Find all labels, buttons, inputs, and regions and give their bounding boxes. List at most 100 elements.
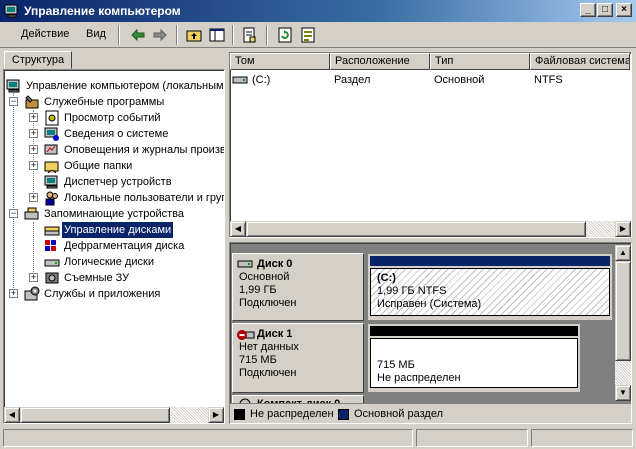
vertical-scroll-thumb[interactable] bbox=[615, 261, 631, 361]
services-icon bbox=[24, 286, 40, 301]
scroll-up-button[interactable]: ▲ bbox=[615, 245, 631, 261]
status-pane-main bbox=[3, 429, 413, 447]
system-info-icon bbox=[44, 127, 59, 141]
toolbar-separator bbox=[118, 25, 120, 45]
status-bar bbox=[0, 427, 636, 449]
scroll-left-button[interactable]: ◀ bbox=[4, 407, 20, 423]
menu-action[interactable]: Действие bbox=[21, 28, 69, 40]
partition-c[interactable]: (C:) 1,99 ГБ NTFS Исправен (Система) bbox=[370, 268, 610, 316]
legend-swatch-unallocated bbox=[234, 409, 245, 420]
properties-button[interactable] bbox=[239, 25, 259, 45]
column-header-layout[interactable]: Расположение bbox=[330, 53, 430, 70]
disk-0-partitions: (C:) 1,99 ГБ NTFS Исправен (Система) bbox=[367, 253, 613, 321]
unallocated-bar bbox=[370, 326, 578, 336]
expand-toggle[interactable]: + bbox=[29, 129, 38, 138]
legend-primary: Основной раздел bbox=[354, 408, 443, 420]
back-arrow-icon bbox=[131, 28, 145, 42]
horizontal-scroll-thumb[interactable] bbox=[246, 221, 586, 237]
refresh-icon bbox=[278, 27, 292, 43]
tree-item-label: Просмотр событий bbox=[64, 112, 161, 124]
expand-toggle[interactable]: + bbox=[29, 161, 38, 170]
tree-panel-icon bbox=[209, 28, 225, 42]
up-level-button[interactable] bbox=[184, 25, 204, 45]
unallocated-space[interactable]: 715 МБ Не распределен bbox=[370, 338, 578, 388]
show-hide-tree-button[interactable] bbox=[207, 25, 227, 45]
tree-item-label: Служебные программы bbox=[44, 96, 165, 108]
window-title: Управление компьютером bbox=[24, 4, 181, 18]
unallocated-state: Не распределен bbox=[377, 372, 461, 384]
tab-structure[interactable]: Структура bbox=[4, 51, 72, 69]
partition-size-fs: 1,99 ГБ NTFS bbox=[377, 285, 447, 297]
disk-status: Подключен bbox=[239, 297, 297, 309]
disk-status: Подключен bbox=[239, 367, 297, 379]
disk-size: 715 МБ bbox=[239, 354, 277, 366]
title-bar[interactable]: Управление компьютером _ □ × bbox=[0, 0, 636, 22]
cell-layout: Раздел bbox=[334, 74, 371, 86]
shared-folder-icon bbox=[44, 161, 59, 174]
toolbar-separator bbox=[266, 25, 268, 45]
disk-size: 1,99 ГБ bbox=[239, 284, 277, 296]
cell-filesystem: NTFS bbox=[534, 74, 563, 86]
disk-0-label[interactable]: Диск 0 Основной 1,99 ГБ Подключен bbox=[232, 253, 364, 321]
event-viewer-icon bbox=[45, 110, 59, 126]
removable-storage-icon bbox=[45, 272, 59, 284]
computer-management-icon bbox=[4, 4, 18, 18]
folder-up-icon bbox=[186, 30, 202, 42]
collapse-toggle[interactable]: − bbox=[9, 209, 18, 218]
storage-icon bbox=[24, 207, 39, 220]
scroll-right-button[interactable]: ▶ bbox=[208, 407, 224, 423]
tools-icon bbox=[25, 95, 39, 109]
disk-error-icon bbox=[237, 330, 255, 340]
close-button[interactable]: × bbox=[616, 3, 632, 17]
tree-item-label: Дефрагментация диска bbox=[64, 240, 185, 252]
disk-kind: Нет данных bbox=[239, 341, 299, 353]
scroll-left-button[interactable]: ◀ bbox=[230, 221, 246, 237]
tree-item-label: Управление компьютером (локальным) bbox=[26, 80, 225, 92]
refresh-button[interactable] bbox=[275, 25, 295, 45]
cell-type: Основной bbox=[434, 74, 485, 86]
partition-state: Исправен (Система) bbox=[377, 298, 482, 310]
tree-item-label: Логические диски bbox=[64, 256, 154, 268]
scroll-right-button[interactable]: ▶ bbox=[615, 221, 631, 237]
tree-item-label: Съемные ЗУ bbox=[64, 272, 130, 284]
status-pane bbox=[531, 429, 633, 447]
minimize-button[interactable]: _ bbox=[580, 3, 596, 17]
volume-list[interactable]: Том Расположение Тип Файловая система (C… bbox=[229, 52, 632, 238]
expand-toggle[interactable]: + bbox=[29, 193, 38, 202]
column-header-type[interactable]: Тип bbox=[430, 53, 530, 70]
maximize-button[interactable]: □ bbox=[597, 3, 613, 17]
tab-strip: Структура bbox=[0, 49, 226, 69]
disk-1-partitions: 715 МБ Не распределен bbox=[367, 323, 581, 393]
legend-swatch-primary bbox=[338, 409, 349, 420]
tree-guide-line bbox=[13, 86, 14, 290]
hard-disk-icon bbox=[237, 260, 253, 268]
cell-volume: (C:) bbox=[252, 74, 271, 86]
export-list-icon bbox=[301, 27, 315, 43]
device-manager-icon bbox=[44, 175, 58, 189]
computer-icon bbox=[6, 79, 20, 93]
console-tree[interactable]: Управление компьютером (локальным) − Слу… bbox=[3, 69, 225, 424]
disk-name: Диск 0 bbox=[257, 258, 293, 270]
partition-title: (C:) bbox=[377, 272, 396, 284]
tree-item-label: Запоминающие устройства bbox=[44, 208, 185, 220]
expand-toggle[interactable]: + bbox=[29, 273, 38, 282]
expand-toggle[interactable]: + bbox=[29, 145, 38, 154]
scroll-down-button[interactable]: ▼ bbox=[615, 385, 631, 401]
expand-toggle[interactable]: + bbox=[9, 289, 18, 298]
export-list-button[interactable] bbox=[298, 25, 318, 45]
tree-guide-line bbox=[33, 110, 34, 202]
expand-toggle[interactable]: + bbox=[29, 113, 38, 122]
column-header-filesystem[interactable]: Файловая система bbox=[530, 53, 630, 70]
properties-icon bbox=[243, 27, 256, 43]
column-header-volume[interactable]: Том bbox=[230, 53, 330, 70]
disk-graphical-view[interactable]: Диск 0 Основной 1,99 ГБ Подключен (C:) 1… bbox=[229, 242, 632, 424]
horizontal-scroll-thumb[interactable] bbox=[20, 407, 170, 423]
back-button[interactable] bbox=[128, 25, 148, 45]
disk-1-label[interactable]: Диск 1 Нет данных 715 МБ Подключен bbox=[232, 323, 364, 393]
tree-item-label: Службы и приложения bbox=[44, 288, 161, 300]
collapse-toggle[interactable]: − bbox=[9, 97, 18, 106]
forward-button[interactable] bbox=[150, 25, 170, 45]
menu-view[interactable]: Вид bbox=[86, 28, 106, 40]
unallocated-size: 715 МБ bbox=[377, 359, 415, 371]
primary-partition-bar bbox=[370, 256, 610, 266]
